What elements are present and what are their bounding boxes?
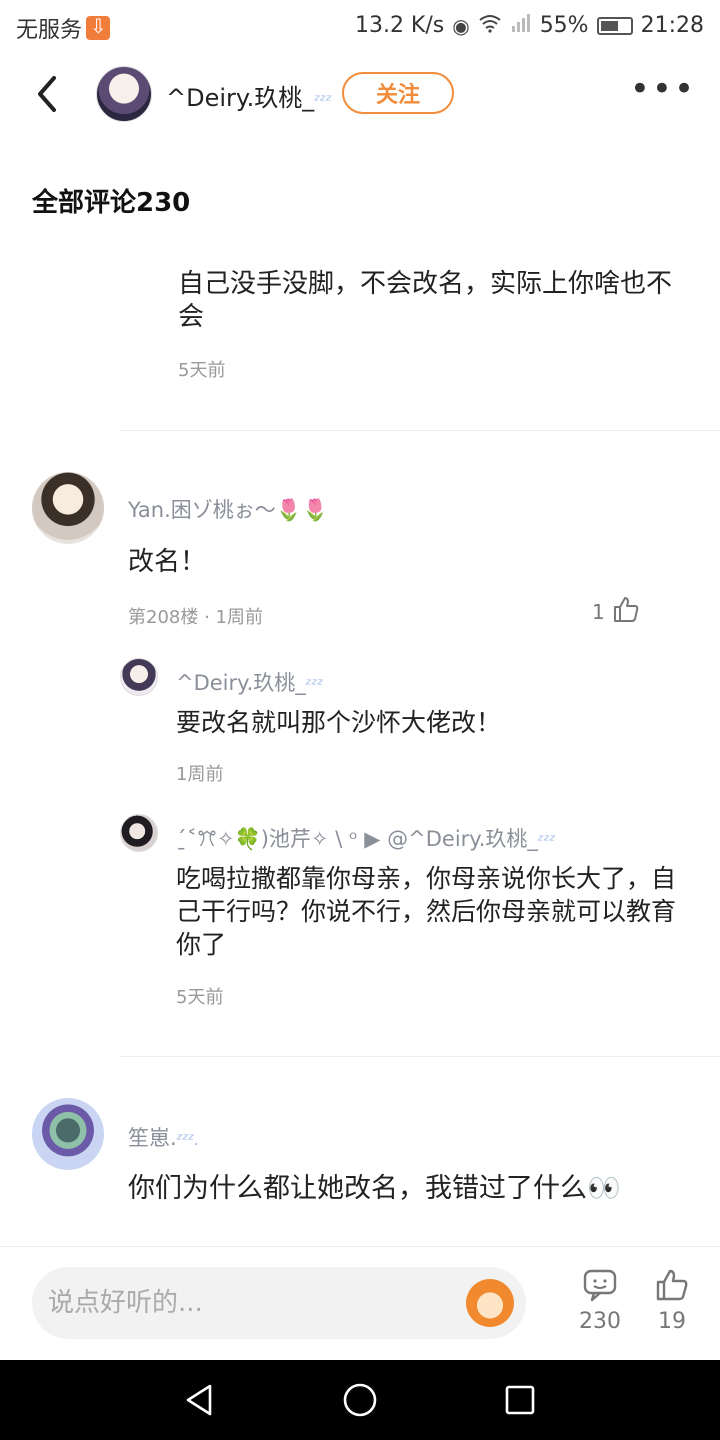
divider xyxy=(120,430,720,431)
avatar[interactable] xyxy=(120,814,158,852)
eye-icon: ◉ xyxy=(452,13,470,38)
back-button[interactable] xyxy=(30,70,64,118)
comment-bubble-icon xyxy=(583,1269,617,1302)
download-icon xyxy=(86,14,111,40)
commenter-name[interactable]: 笙崽.ᶻᶻᶻ. xyxy=(128,1122,199,1152)
avatar[interactable] xyxy=(32,1098,104,1170)
sleep-zz-icon: ᶻᶻᶻ xyxy=(314,91,332,110)
nav-recents-icon[interactable] xyxy=(500,1380,540,1420)
thumbs-up-icon xyxy=(656,1269,688,1301)
author-avatar[interactable] xyxy=(96,66,152,122)
reply-time: 5天前 xyxy=(176,987,224,1008)
more-options-icon[interactable]: ••• xyxy=(630,72,696,106)
system-nav-bar xyxy=(0,1360,720,1440)
like-post-button[interactable]: 19 xyxy=(642,1267,702,1334)
reply-text: 要改名就叫那个沙怀大佬改！ xyxy=(176,708,502,737)
battery-icon xyxy=(596,16,633,35)
comment-text: 你们为什么都让她改名，我错过了什么👀 xyxy=(128,1173,621,1204)
chevron-left-icon xyxy=(38,76,56,112)
wifi-icon xyxy=(478,13,502,38)
battery-percent: 55% xyxy=(539,13,589,38)
reply-time: 1周前 xyxy=(176,764,224,785)
follow-button[interactable]: 关注 xyxy=(342,72,454,114)
commenter-name[interactable]: ^Deiry.玖桃_ᶻᶻᶻ xyxy=(176,667,323,697)
clock: 21:28 xyxy=(640,13,704,38)
comment-input-pill[interactable] xyxy=(32,1267,526,1339)
emoji-icon[interactable] xyxy=(466,1279,514,1327)
comment-count: 230 xyxy=(579,1309,621,1334)
sleep-zz-icon: ᶻᶻᶻ xyxy=(305,675,324,694)
comments-button[interactable]: 230 xyxy=(570,1267,630,1334)
sleep-zz-icon: ᶻᶻᶻ. xyxy=(176,1130,200,1149)
commenter-name[interactable]: Yan.困ゾ桃ぉ～🌷🌷 xyxy=(128,494,328,524)
nav-home-icon[interactable] xyxy=(340,1380,380,1420)
comment-text: 改名！ xyxy=(128,547,207,577)
status-bar: 无服务 13.2 K/s ◉ 55% 21:28 xyxy=(0,0,720,50)
like-button[interactable]: 1 xyxy=(592,594,641,629)
like-count: 1 xyxy=(592,599,605,624)
like-count: 19 xyxy=(658,1309,686,1334)
nav-back-icon[interactable] xyxy=(180,1380,220,1420)
signal-icon xyxy=(510,12,532,39)
carrier-label: 无服务 xyxy=(16,18,83,43)
commenter-name[interactable]: ˊ̱˂ꔫ✧🍀)池芹✧ \ ᵒ ▶ @^Deiry.玖桃_ᶻᶻᶻ xyxy=(176,823,696,853)
author-name[interactable]: ^Deiry.玖桃_ᶻᶻᶻ xyxy=(166,78,332,113)
network-speed: 13.2 K/s xyxy=(354,13,445,38)
comment-meta: 第208楼 · 1周前 xyxy=(128,607,263,628)
comments-title: 全部评论230 xyxy=(32,188,191,218)
reply-text: 吃喝拉撒都靠你母亲，你母亲说你长大了，自己干行吗？你说不行，然后你母亲就可以教育… xyxy=(176,864,677,959)
comment-text: 自己没手没脚，不会改名，实际上你啥也不会 xyxy=(178,269,673,332)
thumbs-up-icon xyxy=(611,594,641,629)
comment-input-bar: 230 19 xyxy=(0,1246,720,1360)
comment-time: 5天前 xyxy=(178,360,226,381)
avatar[interactable] xyxy=(120,658,158,696)
tulip-icon: 🌷🌷 xyxy=(275,498,329,522)
header: ^Deiry.玖桃_ᶻᶻᶻ 关注 ••• xyxy=(0,56,720,132)
comment-input[interactable] xyxy=(48,1277,468,1329)
avatar[interactable] xyxy=(32,472,104,544)
sleep-zz-icon: ᶻᶻᶻ xyxy=(537,831,556,850)
divider xyxy=(120,1056,720,1057)
